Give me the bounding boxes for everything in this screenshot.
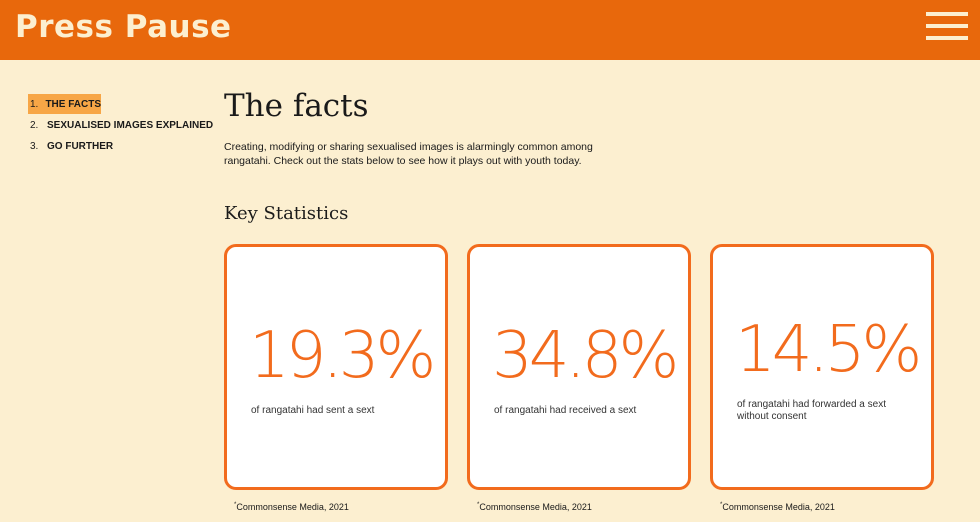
table-of-contents: 1. THE FACTS 2. SEXUALISED IMAGES EXPLAI… — [28, 94, 213, 157]
source-citation: *Commonsense Media, 2021 — [477, 502, 592, 512]
stat-card-received: 34.8% of rangatahi had received a sext — [467, 244, 691, 490]
toc-item-the-facts[interactable]: 1. THE FACTS — [28, 94, 101, 114]
stat-description: of rangatahi had sent a sext — [251, 405, 375, 416]
section-heading: Key Statistics — [224, 203, 349, 224]
toc-number: 3. — [30, 140, 39, 152]
toc-number: 1. — [30, 98, 39, 110]
toc-label: GO FURTHER — [47, 140, 114, 152]
source-citation: *Commonsense Media, 2021 — [234, 502, 349, 512]
menu-line — [926, 12, 968, 16]
site-header: Press Pause — [0, 0, 980, 60]
toc-label: THE FACTS — [45, 98, 101, 110]
toc-label: SEXUALISED IMAGES EXPLAINED — [47, 119, 214, 131]
stat-value: 19.3% — [249, 319, 436, 393]
intro-text: Creating, modifying or sharing sexualise… — [224, 141, 593, 167]
stat-description: of rangatahi had received a sext — [494, 405, 637, 416]
source-citation: *Commonsense Media, 2021 — [720, 502, 835, 512]
toc-item-go-further[interactable]: 3. GO FURTHER — [28, 136, 213, 156]
brand-logo[interactable]: Press Pause — [15, 9, 232, 45]
page-title: The facts — [224, 88, 369, 124]
toc-number: 2. — [30, 119, 39, 131]
stat-description: of rangatahi had forwarded a sext withou… — [737, 399, 886, 422]
stat-value: 14.5% — [735, 313, 922, 387]
source-text: Commonsense Media, 2021 — [479, 502, 592, 512]
toc-item-sexualised-images-explained[interactable]: 2. SEXUALISED IMAGES EXPLAINED — [28, 115, 213, 135]
menu-line — [926, 24, 968, 28]
stat-card-sent: 19.3% of rangatahi had sent a sext — [224, 244, 448, 490]
stat-value: 34.8% — [492, 319, 679, 393]
menu-line — [926, 36, 968, 40]
stat-card-forwarded: 14.5% of rangatahi had forwarded a sext … — [710, 244, 934, 490]
source-text: Commonsense Media, 2021 — [722, 502, 835, 512]
source-text: Commonsense Media, 2021 — [236, 502, 349, 512]
hamburger-menu-icon[interactable] — [926, 12, 968, 40]
